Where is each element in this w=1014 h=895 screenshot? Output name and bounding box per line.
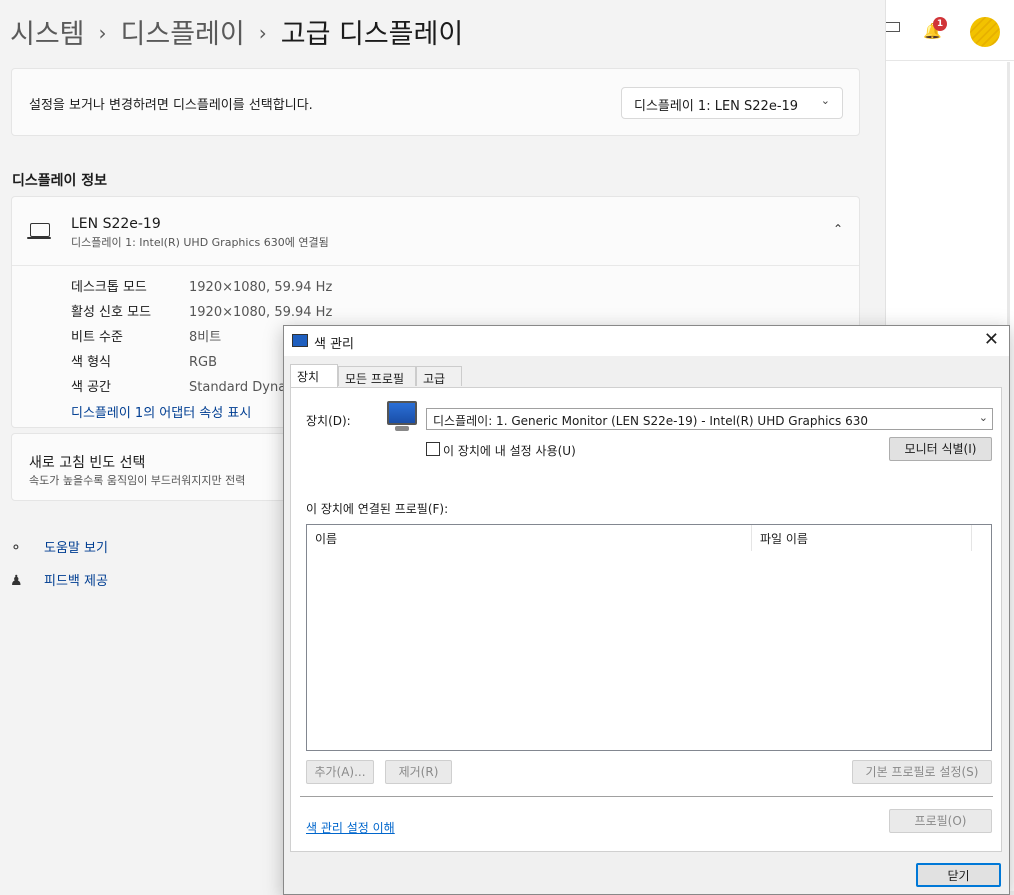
profiles-list[interactable]: 이름 파일 이름 (306, 524, 992, 751)
profiles-button[interactable]: 프로필(O) (889, 809, 992, 833)
color-management-icon (292, 334, 308, 347)
device-label: 장치(D): (306, 414, 351, 428)
breadcrumb-separator: › (258, 21, 267, 45)
feedback-icon: ♟ (10, 573, 23, 589)
color-management-dialog: 색 관리 ✕ 모든 프로필 고급 장치 장치(D): 디스플레이: 1. Gen… (283, 325, 1010, 895)
info-key: 비트 수준 (71, 330, 123, 345)
close-button[interactable]: 닫기 (916, 863, 1001, 887)
info-key: 색 형식 (71, 355, 112, 370)
select-display-prompt: 설정을 보거나 변경하려면 디스플레이를 선택합니다. (29, 98, 313, 113)
device-connection: 디스플레이 1: Intel(R) UHD Graphics 630에 연결됨 (71, 236, 329, 249)
notification-badge: 1 (933, 17, 947, 31)
breadcrumb-system[interactable]: 시스템 (10, 19, 85, 50)
info-row: 데스크톱 모드 1920×1080, 59.94 Hz (71, 276, 332, 295)
breadcrumb: 시스템 › 디스플레이 › 고급 디스플레이 (10, 12, 463, 51)
info-value: 1920×1080, 59.94 Hz (189, 305, 333, 320)
profiles-label: 이 장치에 연결된 프로필(F): (306, 502, 449, 516)
display-info-heading: 디스플레이 정보 (12, 173, 108, 189)
chevron-up-icon[interactable]: ⌃ (833, 222, 843, 236)
tab-advanced[interactable]: 고급 (416, 366, 462, 386)
info-row: 비트 수준 8비트 (71, 326, 221, 345)
info-key: 데스크톱 모드 (71, 280, 147, 295)
info-value: Standard Dyna (189, 380, 287, 395)
monitor-icon (387, 401, 417, 425)
column-header-name[interactable]: 이름 (307, 525, 752, 551)
close-icon[interactable]: ✕ (984, 329, 999, 350)
device-combo-value: 디스플레이: 1. Generic Monitor (LEN S22e-19) … (433, 414, 869, 428)
get-help-link[interactable]: ⚬ 도움말 보기 (10, 537, 108, 556)
info-key: 색 공간 (71, 380, 112, 395)
select-display-card: 설정을 보거나 변경하려면 디스플레이를 선택합니다. 디스플레이 1: LEN… (11, 68, 860, 136)
info-value: RGB (189, 355, 218, 370)
display-info-header[interactable]: LEN S22e-19 디스플레이 1: Intel(R) UHD Graphi… (12, 197, 859, 266)
info-row: 색 공간 Standard Dyna (71, 376, 286, 395)
avatar[interactable] (970, 17, 1000, 47)
breadcrumb-separator: › (98, 21, 107, 45)
laptop-icon (30, 223, 50, 237)
display-dropdown[interactable]: 디스플레이 1: LEN S22e-19 ⌄ (621, 87, 843, 119)
tab-device[interactable]: 장치 (290, 364, 338, 387)
breadcrumb-display[interactable]: 디스플레이 (121, 19, 245, 50)
display-dropdown-value: 디스플레이 1: LEN S22e-19 (634, 99, 799, 114)
chevron-down-icon: ⌄ (978, 411, 988, 424)
adapter-properties-link[interactable]: 디스플레이 1의 어댑터 속성 표시 (71, 402, 251, 421)
use-my-settings-checkbox[interactable] (426, 442, 440, 456)
column-header-filename[interactable]: 파일 이름 (752, 525, 972, 551)
help-icon: ⚬ (10, 540, 22, 556)
device-tab-panel: 장치(D): 디스플레이: 1. Generic Monitor (LEN S2… (290, 387, 1002, 852)
info-row: 활성 신호 모드 1920×1080, 59.94 Hz (71, 301, 332, 320)
learn-color-settings-link[interactable]: 색 관리 설정 이해 (306, 819, 395, 836)
add-profile-button[interactable]: 추가(A)... (306, 760, 374, 784)
page-title: 고급 디스플레이 (280, 19, 464, 50)
device-combo[interactable]: 디스플레이: 1. Generic Monitor (LEN S22e-19) … (426, 408, 993, 430)
get-help-label: 도움말 보기 (44, 541, 108, 556)
feedback-link[interactable]: ♟ 피드백 제공 (10, 570, 108, 589)
remove-profile-button[interactable]: 제거(R) (385, 760, 452, 784)
info-row: 색 형식 RGB (71, 351, 217, 370)
info-value: 8비트 (189, 330, 222, 345)
refresh-rate-title: 새로 고침 빈도 선택 (29, 455, 146, 471)
tab-all-profiles[interactable]: 모든 프로필 (338, 366, 416, 386)
use-my-settings-label[interactable]: 이 장치에 내 설정 사용(U) (443, 442, 576, 459)
top-toolbar: 🔔 1 (886, 0, 1014, 61)
identify-monitors-button[interactable]: 모니터 식별(I) (889, 437, 992, 461)
set-default-profile-button[interactable]: 기본 프로필로 설정(S) (852, 760, 992, 784)
info-value: 1920×1080, 59.94 Hz (189, 280, 333, 295)
chevron-down-icon: ⌄ (820, 94, 830, 107)
refresh-rate-subtitle: 속도가 높을수록 움직임이 부드러워지지만 전력 (29, 474, 246, 487)
device-name: LEN S22e-19 (71, 216, 161, 232)
info-key: 활성 신호 모드 (71, 305, 152, 320)
laptop-icon-base (27, 237, 51, 239)
dialog-titlebar[interactable]: 색 관리 ✕ (284, 326, 1009, 356)
monitor-stand-icon (395, 426, 409, 431)
mail-icon[interactable] (886, 22, 900, 32)
dialog-title: 색 관리 (314, 337, 355, 352)
feedback-label: 피드백 제공 (44, 574, 108, 589)
separator (300, 796, 993, 797)
